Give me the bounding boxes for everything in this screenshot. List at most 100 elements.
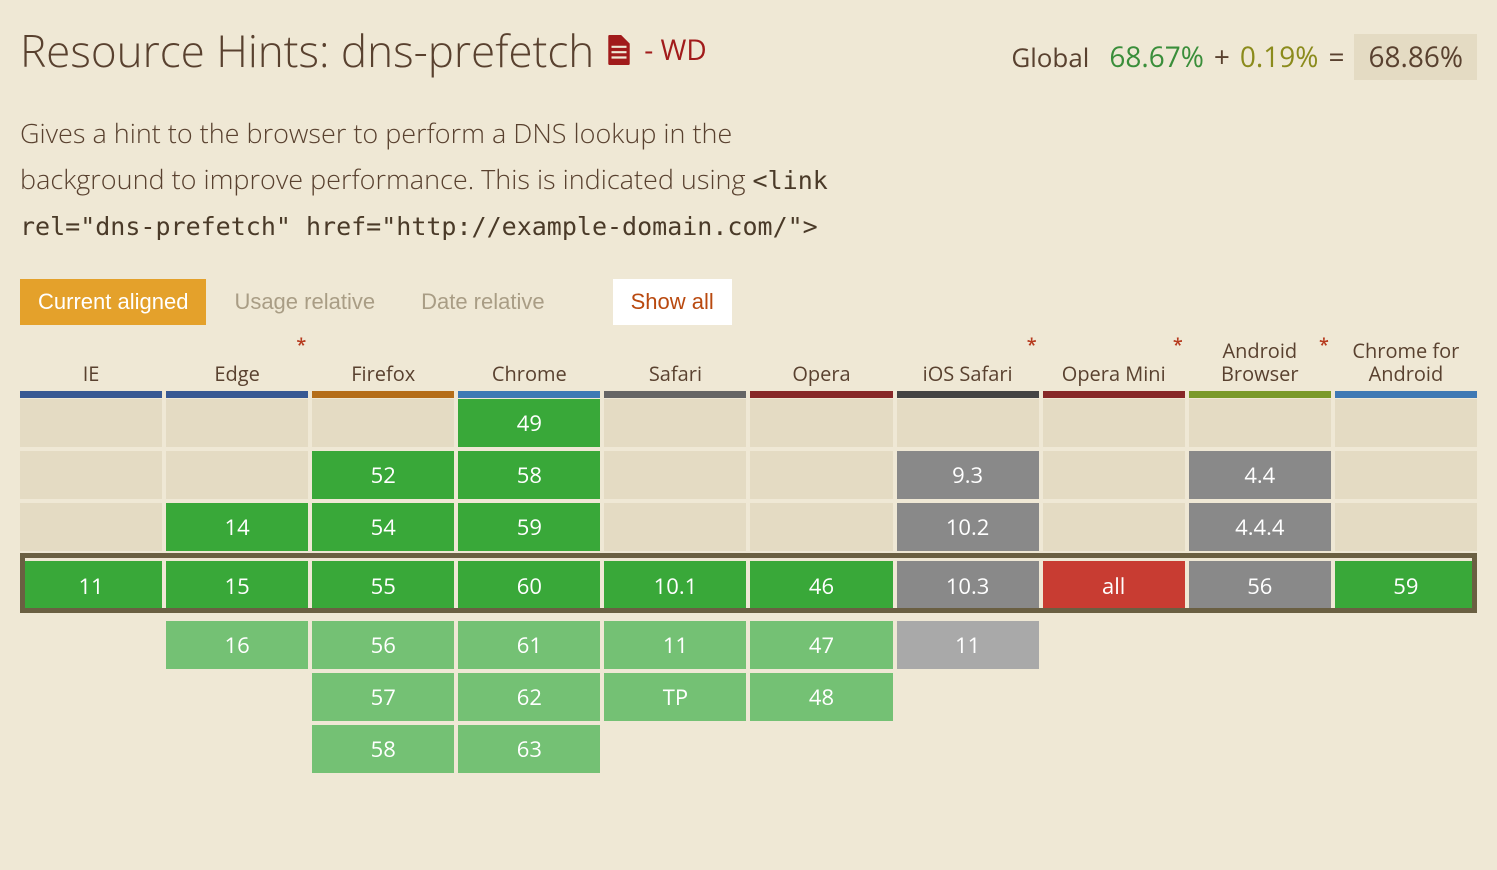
column-cells: 11 <box>20 399 162 773</box>
version-cell[interactable]: 15 <box>166 561 308 611</box>
stat-plus: + <box>1214 38 1230 76</box>
browser-column: Safari 10.1 11TP <box>604 335 746 773</box>
column-header[interactable]: Opera Mini* <box>1043 335 1185 391</box>
empty-cell <box>604 399 746 447</box>
tab-show-all[interactable]: Show all <box>613 279 732 325</box>
column-header-bar <box>1335 391 1477 398</box>
empty-cell <box>750 451 892 499</box>
version-cell[interactable]: 54 <box>312 503 454 551</box>
version-cell[interactable]: 59 <box>458 503 600 551</box>
version-cell[interactable]: 61 <box>458 621 600 669</box>
empty-cell <box>1043 451 1185 499</box>
version-cell[interactable]: 10.2 <box>897 503 1039 551</box>
empty-cell <box>1335 451 1477 499</box>
version-cell[interactable]: 14 <box>166 503 308 551</box>
version-cell[interactable]: 46 <box>750 561 892 611</box>
note-indicator: * <box>1027 333 1037 357</box>
column-header[interactable]: Chrome for Android <box>1335 335 1477 391</box>
version-cell[interactable]: 11 <box>897 621 1039 669</box>
empty-cell <box>604 503 746 551</box>
column-header-label: Opera <box>788 362 854 391</box>
column-header[interactable]: Safari <box>604 335 746 391</box>
version-cell[interactable]: 16 <box>166 621 308 669</box>
empty-cell <box>1335 399 1477 447</box>
version-cell[interactable]: 10.3 <box>897 561 1039 611</box>
column-header[interactable]: Edge* <box>166 335 308 391</box>
version-cell[interactable]: 4.4 <box>1189 451 1331 499</box>
version-cell[interactable]: 52 <box>312 451 454 499</box>
version-cell[interactable]: 49 <box>458 399 600 447</box>
spec-status: - WD <box>644 31 706 69</box>
column-header[interactable]: Android Browser* <box>1189 335 1331 391</box>
empty-cell <box>750 503 892 551</box>
version-cell[interactable]: all <box>1043 561 1185 611</box>
empty-cell <box>750 399 892 447</box>
browser-column: Chrome 495859 60 616263 <box>458 335 600 773</box>
column-header-label: Chrome <box>488 362 571 391</box>
version-cell[interactable]: 10.1 <box>604 561 746 611</box>
empty-cell <box>20 503 162 551</box>
global-label: Global <box>1011 39 1089 75</box>
feature-description: Gives a hint to the browser to perform a… <box>20 110 840 249</box>
column-header-bar <box>897 391 1039 398</box>
description-text: Gives a hint to the browser to perform a… <box>20 114 753 197</box>
empty-cell <box>1043 503 1185 551</box>
column-cells: 9.310.2 10.3 11 <box>897 399 1039 773</box>
column-header[interactable]: Firefox <box>312 335 454 391</box>
browser-column: Opera Mini* all <box>1043 335 1185 773</box>
version-cell[interactable]: 9.3 <box>897 451 1039 499</box>
version-cell[interactable]: 55 <box>312 561 454 611</box>
column-cells: 10.1 11TP <box>604 399 746 773</box>
column-header[interactable]: IE <box>20 335 162 391</box>
browser-column: Opera 46 4748 <box>750 335 892 773</box>
column-cells: 14 15 16 <box>166 399 308 773</box>
column-header-label: Edge <box>210 362 263 391</box>
version-cell[interactable]: 58 <box>458 451 600 499</box>
version-cell[interactable]: 4.4.4 <box>1189 503 1331 551</box>
tab-date-relative[interactable]: Date relative <box>403 279 563 325</box>
column-header-label: Safari <box>645 362 706 391</box>
column-header[interactable]: iOS Safari* <box>897 335 1039 391</box>
column-header-bar <box>1189 391 1331 398</box>
column-header-label: Android Browser <box>1189 339 1331 391</box>
column-header-label: Opera Mini <box>1058 362 1170 391</box>
column-cells: all <box>1043 399 1185 773</box>
column-header-bar <box>1043 391 1185 398</box>
version-cell[interactable]: 56 <box>312 621 454 669</box>
version-cell[interactable]: 59 <box>1335 561 1477 611</box>
title-text: Resource Hints: dns-prefetch <box>20 20 594 80</box>
column-header-bar <box>166 391 308 398</box>
version-cell[interactable]: 63 <box>458 725 600 773</box>
column-header[interactable]: Chrome <box>458 335 600 391</box>
version-cell[interactable]: 57 <box>312 673 454 721</box>
version-cell[interactable]: 60 <box>458 561 600 611</box>
page-title: Resource Hints: dns-prefetch - WD <box>20 20 707 80</box>
tab-usage-relative[interactable]: Usage relative <box>216 279 393 325</box>
column-header[interactable]: Opera <box>750 335 892 391</box>
version-cell[interactable]: 62 <box>458 673 600 721</box>
empty-cell <box>604 451 746 499</box>
empty-cell <box>20 399 162 447</box>
empty-cell <box>897 399 1039 447</box>
empty-cell <box>1189 399 1331 447</box>
column-cells: 46 4748 <box>750 399 892 773</box>
browser-column: Edge* 14 15 16 <box>166 335 308 773</box>
empty-cell <box>166 451 308 499</box>
version-cell[interactable]: 47 <box>750 621 892 669</box>
version-cell[interactable]: 11 <box>604 621 746 669</box>
browser-column: IE 11 <box>20 335 162 773</box>
column-cells: 59 <box>1335 399 1477 773</box>
file-icon[interactable] <box>606 35 632 65</box>
column-header-label: IE <box>79 362 104 391</box>
browser-column: Chrome for Android 59 <box>1335 335 1477 773</box>
version-cell[interactable]: TP <box>604 673 746 721</box>
tab-current-aligned[interactable]: Current aligned <box>20 279 206 325</box>
version-cell[interactable]: 11 <box>20 561 162 611</box>
version-cell[interactable]: 48 <box>750 673 892 721</box>
browser-column: Android Browser* 4.44.4.4 56 <box>1189 335 1331 773</box>
version-cell[interactable]: 58 <box>312 725 454 773</box>
column-cells: 495859 60 616263 <box>458 399 600 773</box>
stat-eq: = <box>1328 38 1344 76</box>
version-cell[interactable]: 56 <box>1189 561 1331 611</box>
column-cells: 4.44.4.4 56 <box>1189 399 1331 773</box>
